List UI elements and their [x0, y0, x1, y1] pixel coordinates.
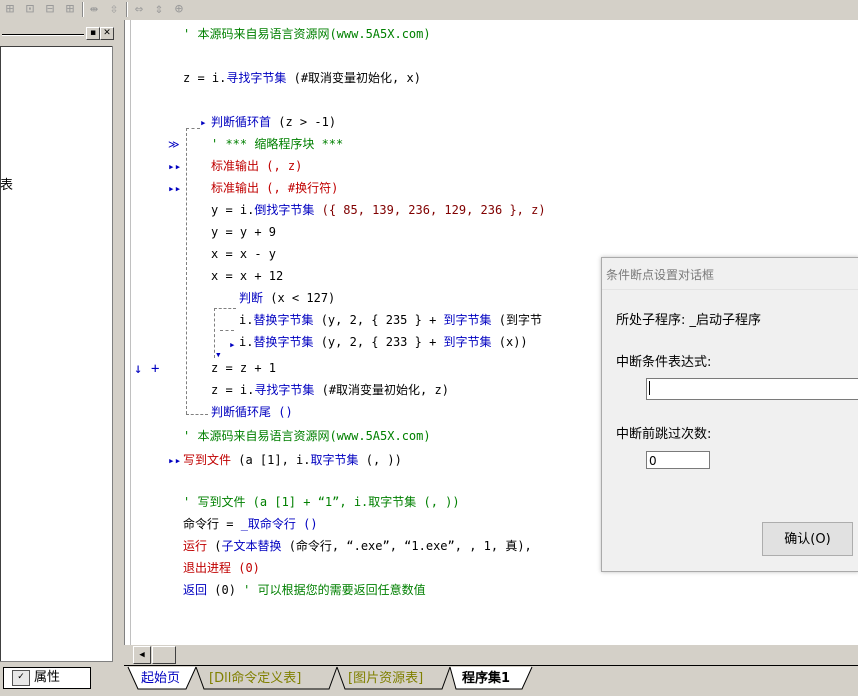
same-height-icon[interactable]: ⇳: [106, 1, 122, 17]
properties-tab-label: 属性: [34, 670, 61, 685]
horizontal-scrollbar[interactable]: [130, 645, 858, 663]
text-caret: [649, 381, 650, 395]
code-line[interactable]: i.替换字节集 (y, 2, { 233 } + 到字节集 (x)): [239, 334, 528, 350]
panel-gripper: [2, 34, 84, 36]
center-icon[interactable]: ⊕: [171, 1, 187, 17]
dialog-title: 条件断点设置对话框: [606, 268, 715, 282]
loop-flow-line: [186, 128, 187, 414]
code-line[interactable]: ' 本源码来自易语言资源网(www.5A5X.com): [183, 26, 431, 42]
code-line[interactable]: 标准输出 (, z): [211, 158, 302, 174]
code-line[interactable]: 判断循环尾 (): [211, 404, 293, 420]
code-line[interactable]: 写到文件 (a [1], i.取字节集 (, )): [183, 452, 402, 468]
skip-count-input[interactable]: 0: [646, 451, 710, 469]
tab-image-resources[interactable]: [图片资源表]: [348, 668, 423, 690]
gutter-divider: [130, 20, 131, 645]
breakpoint-arrow-icon[interactable]: ▸▸: [168, 453, 181, 469]
loop-flow-bottom: [186, 414, 208, 415]
code-line[interactable]: 运行 (子文本替换 (命令行, “.exe”, “1.exe”, , 1, 真)…: [183, 538, 532, 554]
tab-assembly-1[interactable]: 程序集1: [462, 668, 510, 690]
condition-expression-input[interactable]: [646, 378, 858, 400]
flow-arrow-icon: ▸: [200, 116, 207, 129]
code-line[interactable]: 判断循环首 (z > -1): [211, 114, 336, 130]
scroll-thumb[interactable]: [152, 646, 176, 664]
expand-plus-icon[interactable]: +: [151, 361, 159, 377]
align-top-icon[interactable]: ⊡: [22, 1, 38, 17]
tree-item-partial[interactable]: 表: [0, 174, 13, 193]
code-line[interactable]: x = x - y: [211, 246, 276, 262]
code-line[interactable]: 标准输出 (, #换行符): [211, 180, 338, 196]
toolbar: ⊞ ⊡ ⊟ ⊞ ⇹ ⇳ ⇔ ⇕ ⊕: [0, 0, 858, 20]
properties-icon: ✓: [12, 669, 30, 686]
if-flow-mid: [220, 330, 234, 331]
code-line[interactable]: z = i.寻找字节集 (#取消变量初始化, z): [211, 382, 449, 398]
code-line[interactable]: z = i.寻找字节集 (#取消变量初始化, x): [183, 70, 421, 86]
code-line[interactable]: 命令行 = _取命令行 (): [183, 516, 318, 532]
current-line-arrow-icon: ↓: [134, 361, 143, 377]
same-width-icon[interactable]: ⇹: [86, 1, 102, 17]
code-line[interactable]: 返回 (0) ' 可以根据您的需要返回任意数值: [183, 582, 426, 598]
h-space-icon[interactable]: ⇔: [131, 1, 147, 17]
properties-tab[interactable]: ✓ 属性: [3, 667, 91, 689]
align-grid-icon[interactable]: ⊞: [2, 1, 18, 17]
if-flow-top: [214, 308, 236, 309]
breakpoint-arrow-icon[interactable]: ▸▸: [168, 159, 181, 175]
tab-start-page[interactable]: 起始页: [141, 668, 180, 690]
code-line[interactable]: y = i.倒找字节集 ({ 85, 139, 236, 129, 236 },…: [211, 202, 546, 218]
breakpoint-arrow-icon[interactable]: ▸▸: [168, 181, 181, 197]
v-space-icon[interactable]: ⇕: [151, 1, 167, 17]
code-line[interactable]: ' *** 缩略程序块 ***: [211, 136, 343, 152]
align-middle-icon[interactable]: ⊟: [42, 1, 58, 17]
dialog-title-separator: [602, 289, 858, 290]
tab-dll-commands[interactable]: [Dll命令定义表]: [209, 668, 301, 690]
code-line[interactable]: y = y + 9: [211, 224, 276, 240]
align-bottom-icon[interactable]: ⊞: [62, 1, 78, 17]
code-line[interactable]: ' 本源码来自易语言资源网(www.5A5X.com): [183, 428, 431, 444]
code-line[interactable]: i.替换字节集 (y, 2, { 235 } + 到字节集 (到字节: [239, 312, 542, 328]
project-tree[interactable]: [0, 46, 113, 662]
code-line[interactable]: x = x + 12: [211, 268, 283, 284]
confirm-button[interactable]: 确认(O): [762, 522, 853, 556]
subroutine-location-label: 所处子程序: _启动子程序: [616, 313, 762, 328]
panel-restore-icon[interactable]: ▪: [86, 27, 100, 40]
skip-count-label: 中断前跳过次数:: [616, 427, 712, 442]
scroll-left-icon[interactable]: ◀: [133, 646, 151, 664]
code-line[interactable]: ' 写到文件 (a [1] + “1”, i.取字节集 (, )): [183, 494, 460, 510]
collapsed-block-icon[interactable]: ≫: [168, 137, 180, 153]
loop-flow-top: [186, 128, 200, 129]
code-line[interactable]: z = z + 1: [211, 360, 276, 376]
code-line[interactable]: 判断 (x < 127): [239, 290, 335, 306]
condition-expression-label: 中断条件表达式:: [616, 355, 712, 370]
flow-arrow-icon: ▸: [229, 338, 236, 351]
panel-close-icon[interactable]: ✕: [100, 27, 114, 40]
code-line[interactable]: 退出进程 (0): [183, 560, 260, 576]
